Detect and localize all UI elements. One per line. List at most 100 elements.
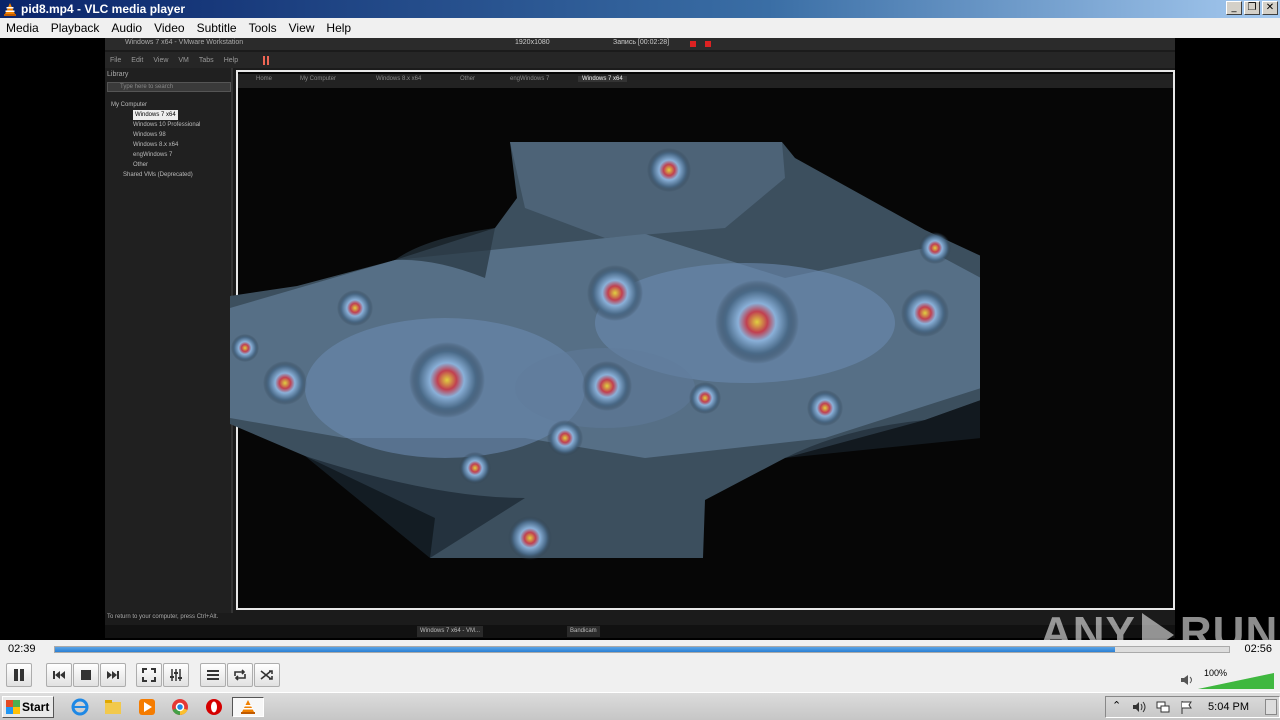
vmware-menu-help: Help <box>223 56 239 64</box>
internet-explorer-icon[interactable] <box>70 697 90 717</box>
vmware-library: Library Type here to search My Computer … <box>105 68 233 613</box>
vmware-pause-icon <box>263 55 270 65</box>
tree-item: Windows 7 x64 <box>133 110 178 120</box>
menu-video[interactable]: Video <box>148 18 190 38</box>
volume-slider[interactable] <box>1198 673 1274 689</box>
clock[interactable]: 5:04 PM <box>1208 701 1249 713</box>
vlc-cone-icon <box>241 700 255 714</box>
total-time: 02:56 <box>1244 643 1272 655</box>
vmware-status: To return to your computer, press Ctrl+A… <box>105 614 1175 624</box>
next-button[interactable] <box>100 663 126 687</box>
seek-bar[interactable] <box>54 646 1230 653</box>
vmware-menu-edit: Edit <box>131 56 144 64</box>
record-icon <box>690 41 696 47</box>
guest-taskbar: Windows 7 x64 - VM... Bandicam <box>105 625 1175 638</box>
shuffle-icon <box>260 670 273 680</box>
anyrun-watermark: ANY RUN <box>1040 608 1278 640</box>
fractal-image <box>230 142 980 560</box>
stop-icon <box>81 670 91 680</box>
stop-record-icon <box>705 41 711 47</box>
tab-engwindows-7: engWindows 7 <box>510 76 550 82</box>
watermark-left: ANY <box>1040 608 1136 640</box>
tree-item: Windows 8.x x64 <box>133 142 179 148</box>
playback-controls: 02:39 02:56 100% <box>0 640 1280 692</box>
menu-media[interactable]: Media <box>0 18 45 38</box>
equalizer-icon <box>170 669 182 681</box>
vlc-cone-icon <box>4 3 16 16</box>
system-tray: ⌃ 5:04 PM <box>1105 696 1280 718</box>
vmware-menu-file: File <box>110 56 122 64</box>
folder-icon[interactable] <box>103 697 123 717</box>
vmware-menu: File Edit View VM Tabs Help <box>105 52 1175 68</box>
tab-my-computer: My Computer <box>300 76 337 82</box>
tree-item: My Computer <box>111 102 148 108</box>
shuffle-button[interactable] <box>254 663 280 687</box>
playlist-icon <box>207 670 219 680</box>
menu-help[interactable]: Help <box>320 18 357 38</box>
network-tray-icon[interactable] <box>1156 700 1170 714</box>
close-button[interactable]: ✕ <box>1262 1 1278 15</box>
vmware-title-bar: Windows 7 x64 - VMware Workstation 1920x… <box>105 38 1175 50</box>
window-title: pid8.mp4 - VLC media player <box>21 2 186 16</box>
guest-taskbar-item: Bandicam <box>567 626 600 637</box>
menu-subtitle[interactable]: Subtitle <box>191 18 243 38</box>
vmware-menu-tabs: Tabs <box>198 56 214 64</box>
tab-home: Home <box>256 76 273 82</box>
menu-audio[interactable]: Audio <box>105 18 148 38</box>
title-bar: pid8.mp4 - VLC media player _ ❐ ✕ <box>0 0 1280 18</box>
fullscreen-icon <box>142 668 156 682</box>
chrome-icon[interactable] <box>170 697 190 717</box>
tab-other: Other <box>460 76 476 82</box>
vlc-taskbar-button[interactable] <box>232 697 264 717</box>
watermark-play-icon <box>1141 613 1174 640</box>
menu-bar: Media Playback Audio Video Subtitle Tool… <box>0 18 1280 38</box>
volume-control[interactable]: 100% <box>1180 665 1275 689</box>
volume-tray-icon[interactable] <box>1132 700 1146 714</box>
current-time: 02:39 <box>8 643 36 655</box>
windows-taskbar: Start ⌃ 5:04 PM <box>0 692 1280 720</box>
windows-logo-icon <box>6 700 20 714</box>
stop-button[interactable] <box>73 663 99 687</box>
minimize-button[interactable]: _ <box>1226 1 1242 15</box>
restore-button[interactable]: ❐ <box>1244 1 1260 15</box>
playlist-button[interactable] <box>200 663 226 687</box>
vmware-resolution: 1920x1080 <box>515 39 550 46</box>
pause-button[interactable] <box>6 663 32 687</box>
tab-windows-7: Windows 7 x64 <box>578 76 627 82</box>
recording-indicator: Запись [00:02:28] <box>613 39 670 46</box>
speaker-icon[interactable] <box>1180 673 1194 687</box>
start-label: Start <box>22 700 50 714</box>
tree-item: Windows 98 <box>133 132 166 138</box>
opera-icon[interactable] <box>204 697 224 717</box>
show-hidden-icons-icon[interactable]: ⌃ <box>1112 699 1121 712</box>
fullscreen-button[interactable] <box>136 663 162 687</box>
library-tree: My Computer Windows 7 x64 Windows 10 Pro… <box>111 100 200 180</box>
start-button[interactable]: Start <box>2 696 54 718</box>
tree-item: Shared VMs (Deprecated) <box>123 172 193 178</box>
tree-item: Windows 10 Professional <box>133 122 201 128</box>
extended-settings-button[interactable] <box>163 663 189 687</box>
guest-taskbar-item: Windows 7 x64 - VM... <box>417 626 484 637</box>
menu-playback[interactable]: Playback <box>45 18 106 38</box>
vmware-tabs: Home My Computer Windows 8.x x64 Other e… <box>238 74 1173 88</box>
tab-windows-8: Windows 8.x x64 <box>376 76 422 82</box>
vmware-title: Windows 7 x64 - VMware Workstation <box>125 39 244 46</box>
tree-item: engWindows 7 <box>133 152 173 158</box>
vmware-menu-vm: VM <box>178 56 189 64</box>
watermark-right: RUN <box>1179 608 1279 640</box>
next-icon <box>107 671 119 679</box>
menu-view[interactable]: View <box>283 18 321 38</box>
media-player-icon[interactable] <box>137 697 157 717</box>
tree-item: Other <box>133 162 149 168</box>
library-search: Type here to search <box>107 82 231 92</box>
vmware-menu-view: View <box>153 56 169 64</box>
previous-button[interactable] <box>46 663 72 687</box>
pause-icon <box>14 669 24 681</box>
video-area[interactable]: Windows 7 x64 - VMware Workstation 1920x… <box>0 38 1280 640</box>
loop-button[interactable] <box>227 663 253 687</box>
previous-icon <box>53 671 65 679</box>
menu-tools[interactable]: Tools <box>243 18 283 38</box>
action-center-flag-icon[interactable] <box>1180 700 1194 714</box>
loop-icon <box>234 669 246 681</box>
show-desktop-button[interactable] <box>1265 699 1277 715</box>
